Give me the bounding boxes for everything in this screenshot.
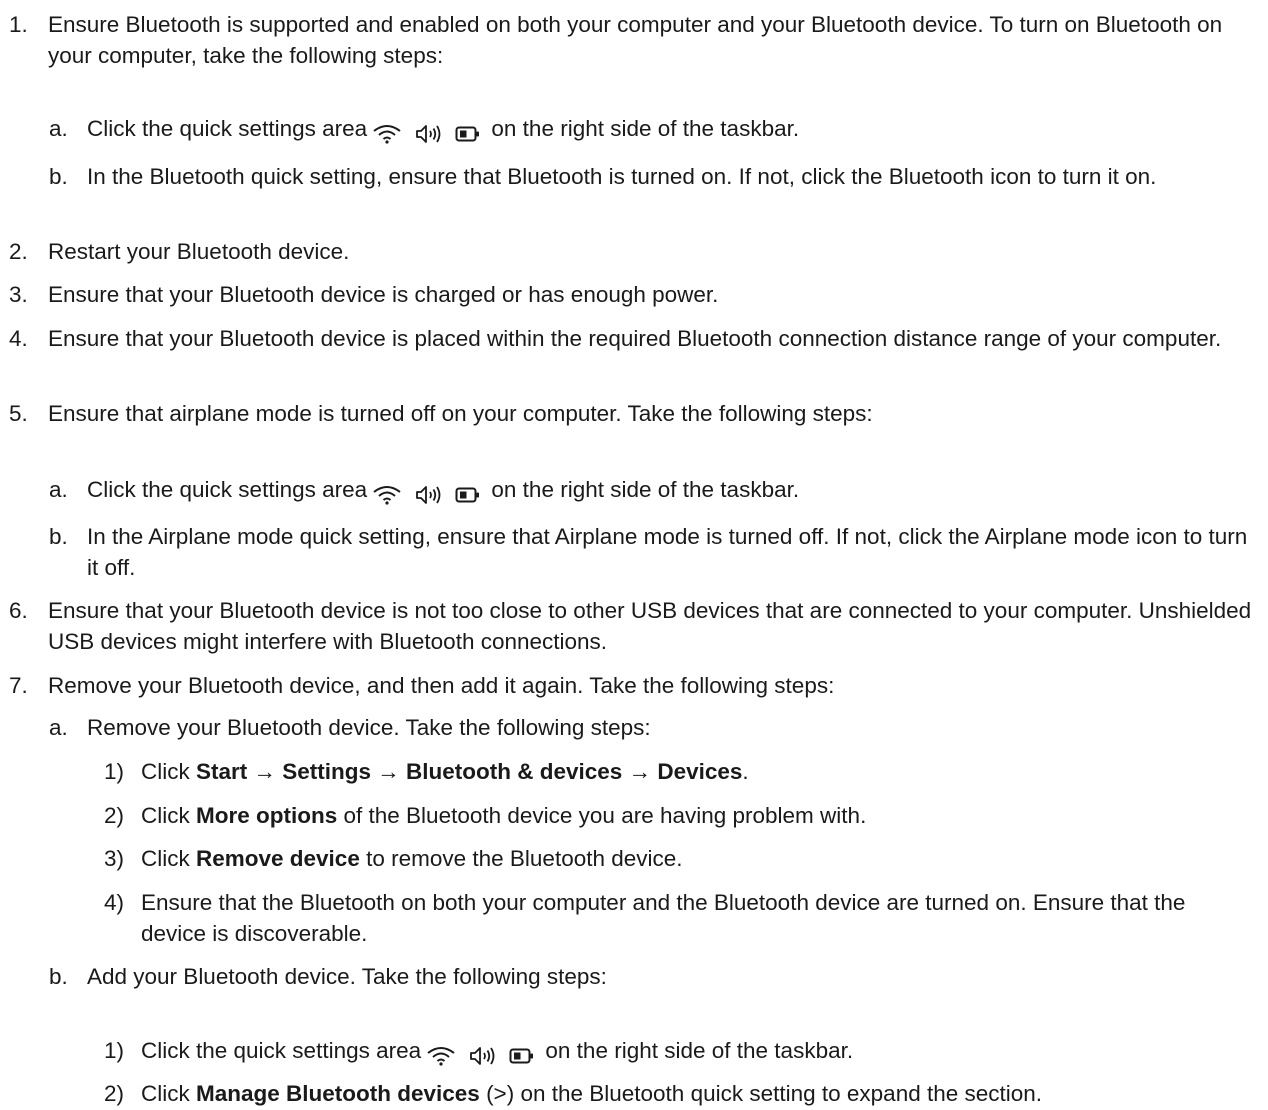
quick-settings-area xyxy=(371,117,483,148)
settings-path: Start → Settings → Bluetooth & devices →… xyxy=(196,759,743,784)
more-options-label: More options xyxy=(196,803,338,828)
step-text: Ensure Bluetooth is supported and enable… xyxy=(48,12,1223,68)
quick-settings-area xyxy=(425,1039,537,1070)
step-letter: b. xyxy=(49,524,68,549)
step-text: Ensure that your Bluetooth device is pla… xyxy=(48,326,1222,351)
step-text-after: on the right side of the taskbar. xyxy=(491,477,800,502)
step-letter: a. xyxy=(49,477,68,502)
substep-number: 3) xyxy=(104,846,125,871)
step-text: Remove your Bluetooth device. Take the f… xyxy=(87,715,651,740)
step-text-after: on the right side of the taskbar. xyxy=(545,1038,854,1063)
step-text-before: Click xyxy=(141,803,196,828)
step-text-after: of the Bluetooth device you are having p… xyxy=(337,803,867,828)
volume-icon xyxy=(416,486,441,504)
step-text: Click the quick settings area on the rig… xyxy=(141,1035,1256,1070)
wifi-icon xyxy=(427,1047,455,1066)
step-text: In the Airplane mode quick setting, ensu… xyxy=(87,524,1248,580)
wifi-icon xyxy=(373,125,401,144)
step-text-before: Click the quick settings area xyxy=(87,116,368,141)
step-text-before: Click the quick settings area xyxy=(141,1038,422,1063)
document: 1. Ensure Bluetooth is supported and ena… xyxy=(0,0,1268,1110)
step-text-after: (>) on the Bluetooth quick setting to ex… xyxy=(479,1081,1043,1106)
volume-icon xyxy=(470,1047,495,1065)
step-text: Click the quick settings area on the rig… xyxy=(87,113,1256,148)
substep-number: 1) xyxy=(104,1038,125,1063)
step-text: In the Bluetooth quick setting, ensure t… xyxy=(87,164,1157,189)
volume-icon xyxy=(416,125,441,143)
step-text: Ensure that your Bluetooth device is cha… xyxy=(48,282,719,307)
step-text-after: . xyxy=(742,759,749,784)
step-number: 6. xyxy=(9,598,28,623)
step-letter: a. xyxy=(49,116,68,141)
step-number: 4. xyxy=(9,326,28,351)
step-text: Click the quick settings area on the rig… xyxy=(87,474,1256,509)
step-letter: b. xyxy=(49,164,68,189)
step-text-before: Click xyxy=(141,759,196,784)
step-text-after: to remove the Bluetooth device. xyxy=(359,846,683,871)
remove-device-label: Remove device xyxy=(196,846,360,871)
step-text-before: Click xyxy=(141,846,196,871)
wifi-icon xyxy=(373,486,401,505)
step-number: 5. xyxy=(9,401,28,426)
battery-icon xyxy=(509,1048,534,1064)
step-text: Ensure that the Bluetooth on both your c… xyxy=(141,890,1186,946)
step-number: 1. xyxy=(9,12,28,37)
substep-number: 1) xyxy=(104,759,125,784)
step-text: Click More options of the Bluetooth devi… xyxy=(141,800,1256,831)
battery-icon xyxy=(455,126,480,142)
quick-settings-area xyxy=(371,478,483,509)
step-text-before: Click the quick settings area xyxy=(87,477,368,502)
substep-number: 2) xyxy=(104,1081,125,1106)
step-number: 7. xyxy=(9,673,28,698)
substep-number: 2) xyxy=(104,803,125,828)
step-text-after: on the right side of the taskbar. xyxy=(491,116,800,141)
step-text: Restart your Bluetooth device. xyxy=(48,239,350,264)
step-text: Ensure that airplane mode is turned off … xyxy=(48,401,873,426)
step-text: Ensure that your Bluetooth device is not… xyxy=(48,598,1252,654)
step-text: Click Start → Settings → Bluetooth & dev… xyxy=(141,756,1256,787)
step-number: 3. xyxy=(9,282,28,307)
battery-icon xyxy=(455,487,480,503)
step-letter: a. xyxy=(49,715,68,740)
substep-number: 4) xyxy=(104,890,125,915)
step-number: 2. xyxy=(9,239,28,264)
step-letter: b. xyxy=(49,964,68,989)
manage-bluetooth-devices-label: Manage Bluetooth devices xyxy=(196,1081,480,1106)
step-text: Click Remove device to remove the Blueto… xyxy=(141,843,1256,874)
step-text-before: Click xyxy=(141,1081,196,1106)
step-text: Add your Bluetooth device. Take the foll… xyxy=(87,964,607,989)
step-text: Remove your Bluetooth device, and then a… xyxy=(48,673,835,698)
step-text: Click Manage Bluetooth devices (>) on th… xyxy=(141,1078,1256,1109)
